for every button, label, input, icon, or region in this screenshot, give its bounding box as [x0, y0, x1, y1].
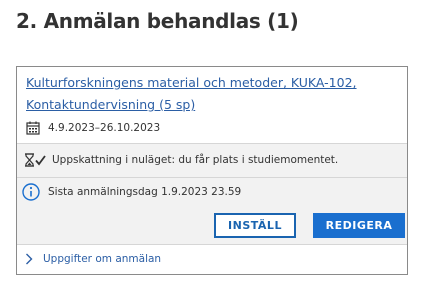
registration-details-toggle[interactable]: Uppgifter om anmälan — [25, 253, 161, 265]
action-area: Sista anmälningsdag 1.9.2023 23.59 INSTÄ… — [17, 178, 407, 244]
section-title: 2. Anmälan behandlas (1) — [16, 9, 299, 33]
hourglass-check-icon — [25, 153, 46, 167]
chevron-right-icon — [26, 253, 33, 265]
calendar-icon — [26, 121, 40, 135]
status-row: Uppskattning i nuläget: du får plats i s… — [17, 144, 407, 177]
course-title-link[interactable]: Kulturforskningens material och metoder,… — [26, 72, 396, 116]
deadline-text: Sista anmälningsdag 1.9.2023 23.59 — [48, 186, 242, 198]
status-text: Uppskattning i nuläget: du får plats i s… — [52, 154, 339, 166]
course-dates-text: 4.9.2023–26.10.2023 — [48, 122, 161, 134]
details-row: Uppgifter om anmälan — [17, 245, 407, 275]
registration-card: Kulturforskningens material och metoder,… — [16, 66, 408, 275]
edit-button[interactable]: REDIGERA — [313, 213, 405, 238]
deadline-info: Sista anmälningsdag 1.9.2023 23.59 — [22, 183, 241, 201]
info-icon — [22, 183, 40, 201]
cancel-button[interactable]: INSTÄLL — [214, 213, 296, 238]
details-label: Uppgifter om anmälan — [43, 253, 162, 265]
status-estimate: Uppskattning i nuläget: du får plats i s… — [24, 153, 338, 167]
course-dates: 4.9.2023–26.10.2023 — [26, 121, 160, 135]
